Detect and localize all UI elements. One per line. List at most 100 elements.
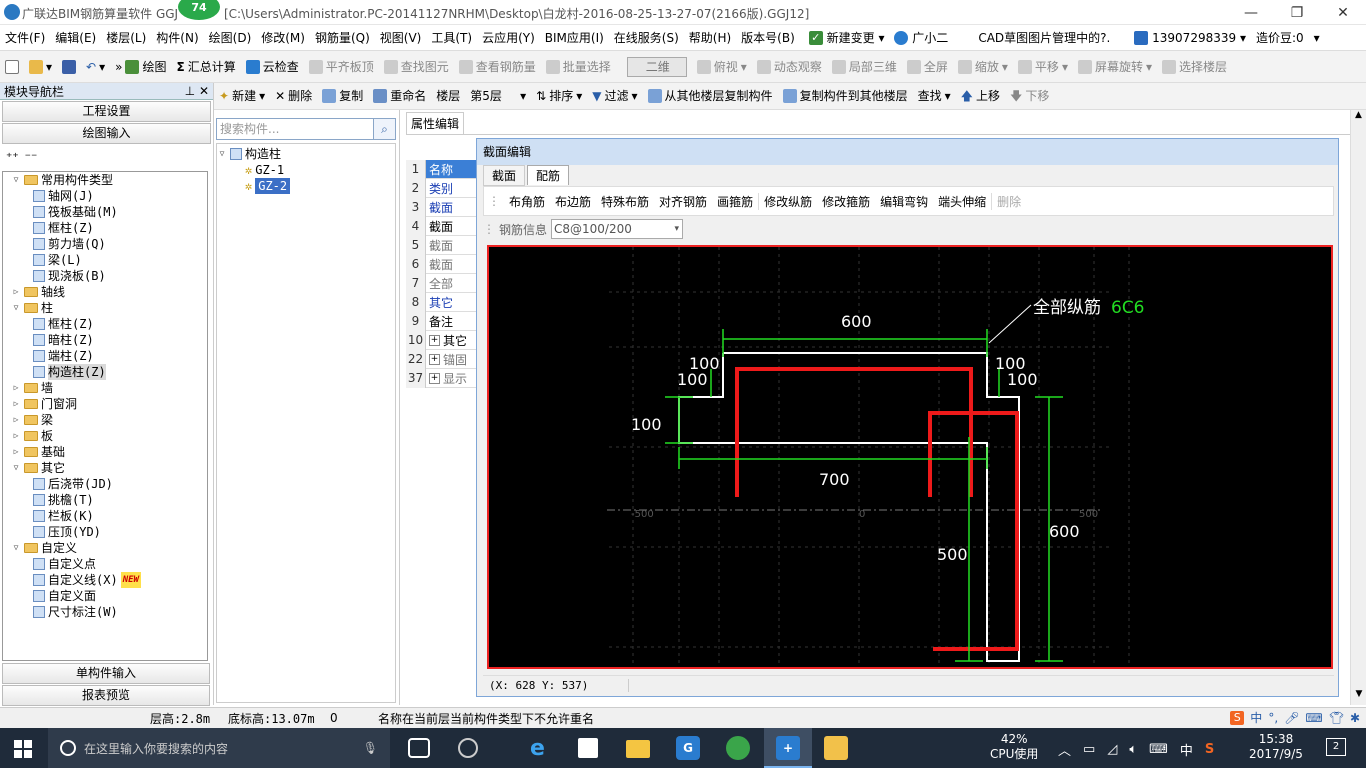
- battery-icon[interactable]: ▭: [1083, 742, 1095, 757]
- tree-item[interactable]: 框柱(Z): [3, 316, 207, 332]
- expand-icon[interactable]: ▷: [11, 444, 21, 460]
- section-canvas[interactable]: -500 0 500 600 100 100 100 100 100 700 500 600 全部纵筋 6…: [487, 245, 1333, 669]
- tree-item[interactable]: 框柱(Z): [3, 220, 207, 236]
- copy-from-floor-button[interactable]: 从其他楼层复制构件: [643, 80, 778, 112]
- minimize-button[interactable]: —: [1228, 0, 1274, 25]
- property-row[interactable]: 2 类别: [406, 178, 476, 198]
- edge-icon[interactable]: e: [530, 736, 545, 761]
- property-tab[interactable]: 属性编辑: [406, 112, 465, 134]
- delete-component-button[interactable]: ✕ 删除: [270, 80, 317, 112]
- tree-folder[interactable]: ▷ 墙: [3, 380, 207, 396]
- rotate-button[interactable]: 屏幕旋转 ▾: [1073, 51, 1157, 83]
- tree-item[interactable]: 栏板(K): [3, 508, 207, 524]
- filter-button[interactable]: ▼ 过滤 ▾: [587, 80, 642, 112]
- open-file-button[interactable]: ▾: [24, 51, 57, 83]
- component-search-input[interactable]: 搜索构件... ⌕: [216, 118, 396, 140]
- tree-folder[interactable]: ▷ 基础: [3, 444, 207, 460]
- menu-item[interactable]: 构件(N): [151, 25, 203, 51]
- keyboard-icon[interactable]: ⌨: [1305, 711, 1322, 725]
- menu-item[interactable]: 在线服务(S): [609, 25, 684, 51]
- user-phone[interactable]: 13907298339 ▾: [1129, 25, 1251, 51]
- tree-item[interactable]: 自定义点: [3, 556, 207, 572]
- menu-item[interactable]: 文件(F): [0, 25, 50, 51]
- punctuation-icon[interactable]: °,: [1268, 711, 1278, 725]
- price-bean-dropdown-icon[interactable]: ▾: [1309, 25, 1325, 51]
- component-root[interactable]: ▽ 构造柱: [217, 146, 395, 162]
- menu-item[interactable]: 修改(M): [256, 25, 310, 51]
- property-row[interactable]: 37 + 显示: [406, 368, 476, 388]
- property-row[interactable]: 5 截面: [406, 235, 476, 255]
- floor-select[interactable]: 第5层 ▾: [465, 80, 531, 112]
- tree-item[interactable]: 梁(L): [3, 252, 207, 268]
- view-rebar-button[interactable]: 查看钢筋量: [454, 51, 541, 83]
- tree-item[interactable]: 轴网(J): [3, 188, 207, 204]
- ime-indicator[interactable]: 中: [1180, 740, 1193, 759]
- property-row[interactable]: 7 全部: [406, 273, 476, 293]
- rebar-action-button[interactable]: 布边筋: [550, 193, 596, 210]
- rebar-action-button[interactable]: 对齐钢筋: [654, 193, 712, 210]
- menu-item[interactable]: 帮助(H): [684, 25, 736, 51]
- notification-icon[interactable]: 2: [1326, 738, 1346, 756]
- rebar-action-button[interactable]: 编辑弯钩: [875, 193, 933, 210]
- expand-icon[interactable]: ▷: [11, 412, 21, 428]
- guangxiaoer-menu[interactable]: 广小二: [889, 25, 953, 51]
- rebar-action-button[interactable]: 修改箍筋: [817, 193, 875, 210]
- rebar-info-select[interactable]: C8@100/200 ▾: [551, 219, 684, 239]
- rebar-action-button[interactable]: 删除: [991, 192, 1026, 210]
- expand-icon[interactable]: ▷: [11, 380, 21, 396]
- property-row[interactable]: 1 名称: [406, 159, 476, 179]
- store-icon[interactable]: [578, 738, 598, 758]
- new-component-button[interactable]: ✦ 新建 ▾: [214, 80, 270, 112]
- copy-component-button[interactable]: 复制: [317, 80, 368, 112]
- tree-folder[interactable]: ▷ 轴线: [3, 284, 207, 300]
- draw-button[interactable]: » 绘图: [110, 51, 171, 83]
- rename-button[interactable]: 重命名: [368, 80, 431, 112]
- move-down-button[interactable]: 🡇 下移: [1005, 80, 1054, 112]
- expand-icon[interactable]: +: [429, 372, 440, 384]
- skin-icon[interactable]: 👕︎: [1329, 711, 1344, 725]
- tree-item[interactable]: 端柱(Z): [3, 348, 207, 364]
- menu-item[interactable]: 编辑(E): [50, 25, 101, 51]
- tree-folder[interactable]: ▷ 板: [3, 428, 207, 444]
- property-row[interactable]: 6 截面: [406, 254, 476, 274]
- batch-select-button[interactable]: 批量选择: [541, 51, 616, 83]
- component-item-gz2[interactable]: ✲ GZ-2: [217, 178, 395, 194]
- top-view-button[interactable]: 俯视 ▾: [692, 51, 752, 83]
- new-file-button[interactable]: [0, 59, 24, 74]
- refresh-app-icon[interactable]: [726, 736, 750, 760]
- collapse-icon[interactable]: ▽: [11, 172, 21, 188]
- pan-button[interactable]: 平移 ▾: [1013, 51, 1073, 83]
- cad-notice[interactable]: CAD草图图片管理中的?.: [973, 25, 1123, 51]
- draw-input-button[interactable]: 绘图输入: [2, 123, 211, 144]
- tree-item[interactable]: 自定义面: [3, 588, 207, 604]
- menu-item[interactable]: 楼层(L): [101, 25, 151, 51]
- sogou-icon[interactable]: S: [1230, 710, 1245, 725]
- collapse-icon[interactable]: ▽: [217, 146, 227, 162]
- new-change-menu[interactable]: ✓ 新建变更 ▾: [804, 25, 890, 51]
- rebar-action-button[interactable]: 修改纵筋: [758, 192, 817, 210]
- price-bean[interactable]: 造价豆:0: [1251, 25, 1309, 51]
- sogou-tray-icon[interactable]: S: [1205, 742, 1214, 757]
- find-button[interactable]: 查找 ▾: [913, 80, 956, 112]
- menu-item[interactable]: 绘图(D): [204, 25, 257, 51]
- tree-folder[interactable]: ▽ 其它: [3, 460, 207, 476]
- tree-folder[interactable]: ▷ 门窗洞: [3, 396, 207, 412]
- collapse-icon[interactable]: ▽: [11, 300, 21, 316]
- menu-item[interactable]: BIM应用(I): [540, 25, 609, 51]
- expand-icon[interactable]: ▷: [11, 396, 21, 412]
- panel-close-icon[interactable]: ✕: [199, 84, 209, 98]
- tree-item[interactable]: 剪力墙(Q): [3, 236, 207, 252]
- expand-icon[interactable]: ▷: [11, 284, 21, 300]
- tree-item[interactable]: 尺寸标注(W): [3, 604, 207, 620]
- expand-icon[interactable]: ▷: [11, 428, 21, 444]
- tree-item[interactable]: 构造柱(Z): [3, 364, 207, 380]
- close-button[interactable]: ✕: [1320, 0, 1366, 25]
- tree-item[interactable]: 后浇带(JD): [3, 476, 207, 492]
- dynamic-view-button[interactable]: 动态观察: [752, 51, 827, 83]
- menu-item[interactable]: 版本号(B): [736, 25, 800, 51]
- task-view-icon[interactable]: [408, 738, 430, 758]
- collapse-all-icon[interactable]: ⁻⁻: [25, 150, 38, 164]
- volume-icon[interactable]: 🔈︎: [1129, 742, 1137, 757]
- collapse-icon[interactable]: ▽: [11, 540, 21, 556]
- restore-button[interactable]: ❐: [1274, 0, 1320, 25]
